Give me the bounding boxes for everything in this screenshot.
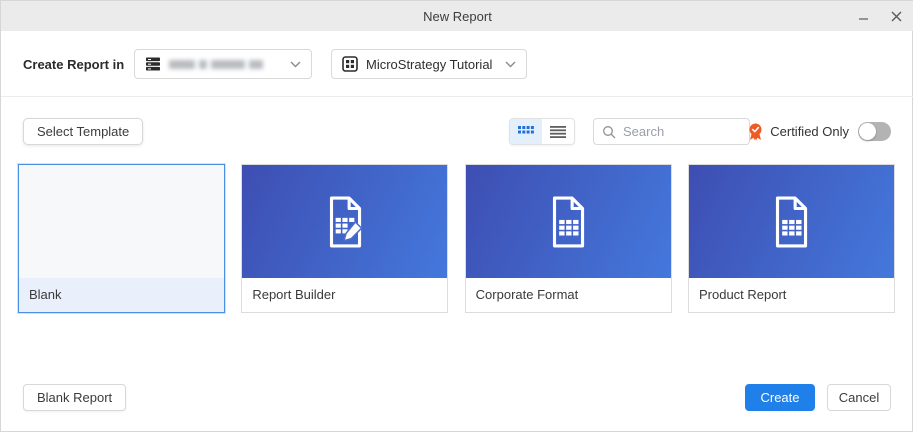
search-icon — [602, 125, 616, 139]
certified-only-toggle[interactable] — [858, 122, 891, 141]
project-dropdown[interactable]: MicroStrategy Tutorial — [331, 49, 527, 79]
titlebar: New Report — [1, 1, 913, 31]
view-mode-toggle — [509, 118, 575, 145]
dialog-title: New Report — [423, 8, 492, 24]
server-icon — [145, 56, 161, 72]
template-name: Product Report — [688, 278, 894, 312]
document-grid-pencil-icon — [319, 195, 371, 249]
create-report-in-label: Create Report in — [23, 56, 125, 72]
certified-only-control: Certified Only — [748, 118, 891, 145]
redacted-server-name — [169, 59, 263, 69]
corporate-format-thumbnail — [465, 165, 671, 278]
report-builder-thumbnail — [242, 165, 448, 278]
chevron-down-icon — [505, 61, 516, 68]
template-name: Blank — [19, 278, 224, 312]
list-view-icon — [550, 125, 566, 138]
document-grid-icon — [542, 195, 594, 249]
template-card-product-report[interactable]: Product Report — [687, 164, 895, 313]
minimize-icon[interactable] — [856, 8, 872, 24]
template-card-report-builder[interactable]: Report Builder — [241, 164, 449, 313]
server-dropdown[interactable] — [134, 49, 312, 79]
footer: Blank Report Create Cancel — [23, 384, 891, 411]
product-report-thumbnail — [688, 165, 894, 278]
search-box — [593, 118, 799, 145]
window-controls — [856, 1, 904, 31]
section-divider — [1, 96, 913, 97]
select-template-button[interactable]: Select Template — [23, 118, 144, 145]
cancel-button[interactable]: Cancel — [827, 384, 891, 411]
chevron-down-icon — [290, 61, 301, 68]
template-name: Corporate Format — [465, 278, 671, 312]
grid-view-button[interactable] — [510, 119, 542, 144]
document-grid-icon — [765, 195, 817, 249]
project-icon — [342, 56, 358, 72]
list-view-button[interactable] — [542, 119, 574, 144]
blank-report-button[interactable]: Blank Report — [23, 384, 127, 411]
close-icon[interactable] — [888, 8, 904, 24]
create-report-in-row: Create Report in MicroStrategy Tutorial — [23, 49, 890, 79]
template-card-blank[interactable]: Blank — [18, 164, 225, 313]
template-card-corporate-format[interactable]: Corporate Format — [464, 164, 672, 313]
blank-template-preview — [19, 165, 224, 278]
create-button[interactable]: Create — [745, 384, 815, 411]
tools-row: Select Template Search Certified Only — [23, 118, 891, 145]
certified-only-label: Certified Only — [770, 124, 849, 139]
template-gallery: Blank Report Builder Corporate Format Pr… — [18, 164, 895, 313]
template-name: Report Builder — [242, 278, 448, 312]
certified-badge-icon — [748, 123, 763, 141]
toggle-knob — [859, 123, 876, 140]
project-dropdown-value: MicroStrategy Tutorial — [366, 56, 493, 72]
grid-view-icon — [518, 126, 534, 137]
